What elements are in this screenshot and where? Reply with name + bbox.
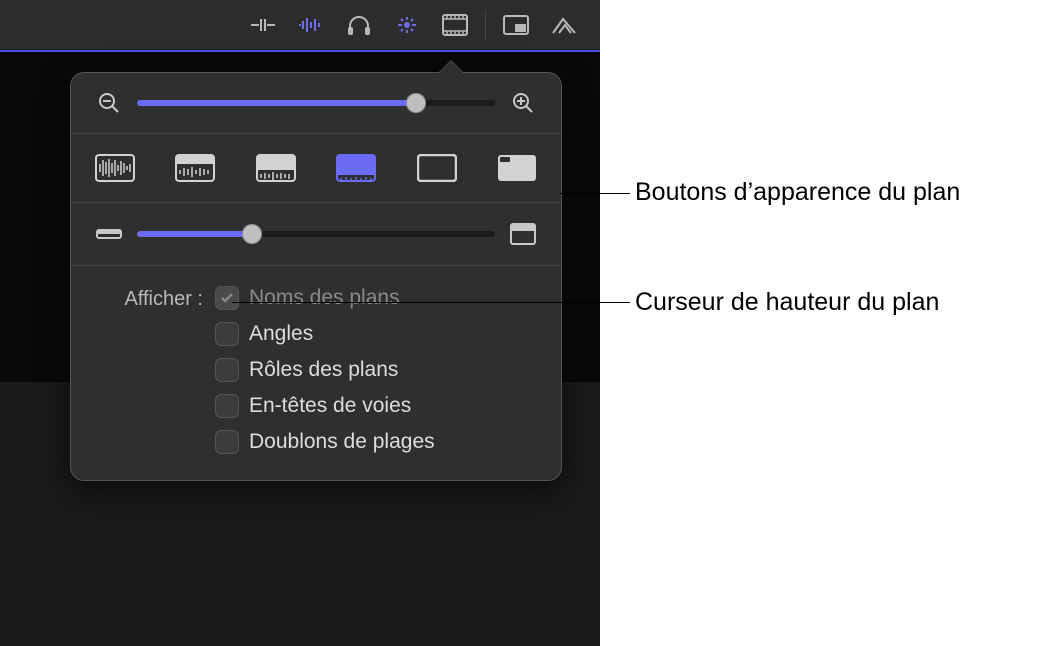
show-clip-roles-label: Rôles des plans <box>249 358 398 382</box>
show-clip-names-checkbox[interactable] <box>215 286 239 310</box>
clip-appearance-popover: Afficher : Noms des plans Angles Rôles d… <box>70 72 562 481</box>
main-toolbar <box>0 0 600 50</box>
clip-height-slider-thumb[interactable] <box>242 224 262 244</box>
clip-height-slider[interactable] <box>137 231 495 237</box>
callout-line-height <box>232 302 630 303</box>
effects-icon[interactable] <box>540 0 588 50</box>
appearance-medium-filmstrip[interactable] <box>250 150 302 186</box>
headphones-icon[interactable] <box>335 0 383 50</box>
zoom-out-icon[interactable] <box>95 91 123 115</box>
filmstrip-icon[interactable] <box>431 0 479 50</box>
app-area: Afficher : Noms des plans Angles Rôles d… <box>0 0 600 646</box>
show-lane-headers-label: En-têtes de voies <box>249 394 411 418</box>
clip-height-large-icon <box>509 223 537 245</box>
audio-wave-icon[interactable] <box>287 0 335 50</box>
appearance-waveform-only[interactable] <box>89 150 141 186</box>
show-clip-names-row[interactable]: Noms des plans <box>215 286 435 310</box>
zoom-slider[interactable] <box>137 100 495 106</box>
clip-appearance-buttons <box>71 134 561 203</box>
clip-height-small-icon <box>95 226 123 242</box>
zoom-slider-fill <box>137 100 416 106</box>
show-duplicate-ranges-label: Doublons de plages <box>249 430 435 454</box>
appearance-large-filmstrip[interactable] <box>330 150 382 186</box>
popover-arrow <box>439 61 463 73</box>
appearance-small-filmstrip[interactable] <box>169 150 221 186</box>
show-angles-label: Angles <box>249 322 313 346</box>
clip-height-row <box>71 203 561 266</box>
callout-height: Curseur de hauteur du plan <box>635 288 939 317</box>
show-lane-headers-checkbox[interactable] <box>215 394 239 418</box>
show-clip-roles-checkbox[interactable] <box>215 358 239 382</box>
show-duplicate-ranges-checkbox[interactable] <box>215 430 239 454</box>
zoom-section <box>71 73 561 134</box>
clip-height-slider-fill <box>137 231 252 237</box>
appearance-filmstrip-solid[interactable] <box>491 150 543 186</box>
show-options-list: Noms des plans Angles Rôles des plans En… <box>215 286 435 454</box>
show-duplicate-ranges-row[interactable]: Doublons de plages <box>215 430 435 454</box>
show-angles-row[interactable]: Angles <box>215 322 435 346</box>
show-lane-headers-row[interactable]: En-têtes de voies <box>215 394 435 418</box>
trim-icon[interactable] <box>239 0 287 50</box>
show-clip-roles-row[interactable]: Rôles des plans <box>215 358 435 382</box>
show-options-section: Afficher : Noms des plans Angles Rôles d… <box>71 266 561 480</box>
show-clip-names-label: Noms des plans <box>249 286 400 310</box>
callout-line-appearance <box>560 193 630 194</box>
zoom-slider-thumb[interactable] <box>406 93 426 113</box>
pip-icon[interactable] <box>492 0 540 50</box>
show-angles-checkbox[interactable] <box>215 322 239 346</box>
snap-icon[interactable] <box>383 0 431 50</box>
callout-appearance: Boutons d’apparence du plan <box>635 178 960 207</box>
zoom-in-icon[interactable] <box>509 91 537 115</box>
toolbar-separator <box>485 10 486 40</box>
show-label: Afficher : <box>95 286 203 454</box>
appearance-filmstrip-outline[interactable] <box>411 150 463 186</box>
